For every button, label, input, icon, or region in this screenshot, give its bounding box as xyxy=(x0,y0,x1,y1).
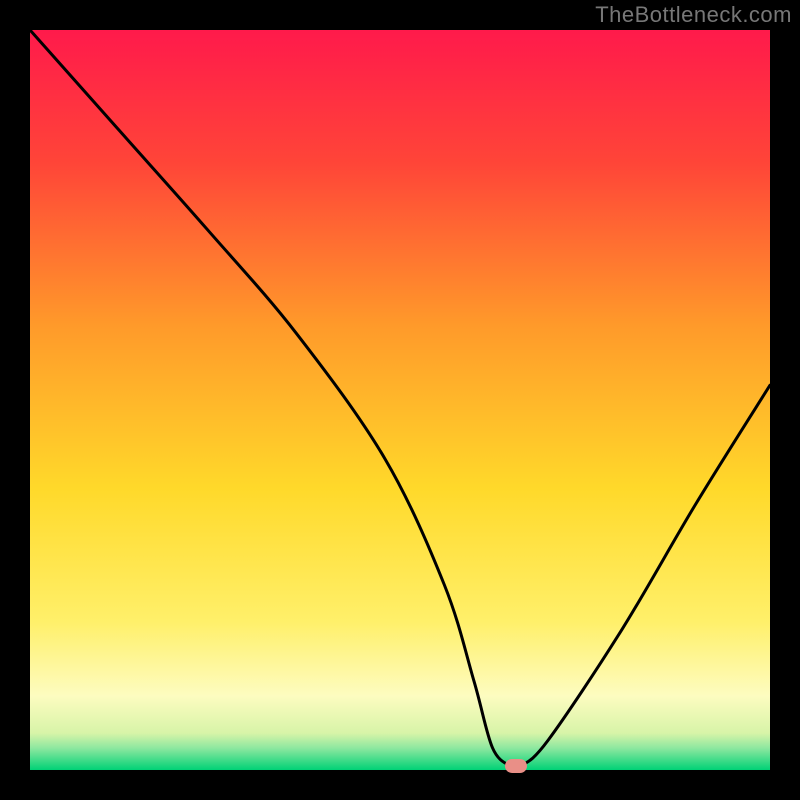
watermark-text: TheBottleneck.com xyxy=(595,2,792,28)
plot-area xyxy=(30,30,770,770)
gradient-background xyxy=(30,30,770,770)
chart-svg xyxy=(30,30,770,770)
chart-frame: TheBottleneck.com xyxy=(0,0,800,800)
optimum-marker xyxy=(505,759,527,773)
